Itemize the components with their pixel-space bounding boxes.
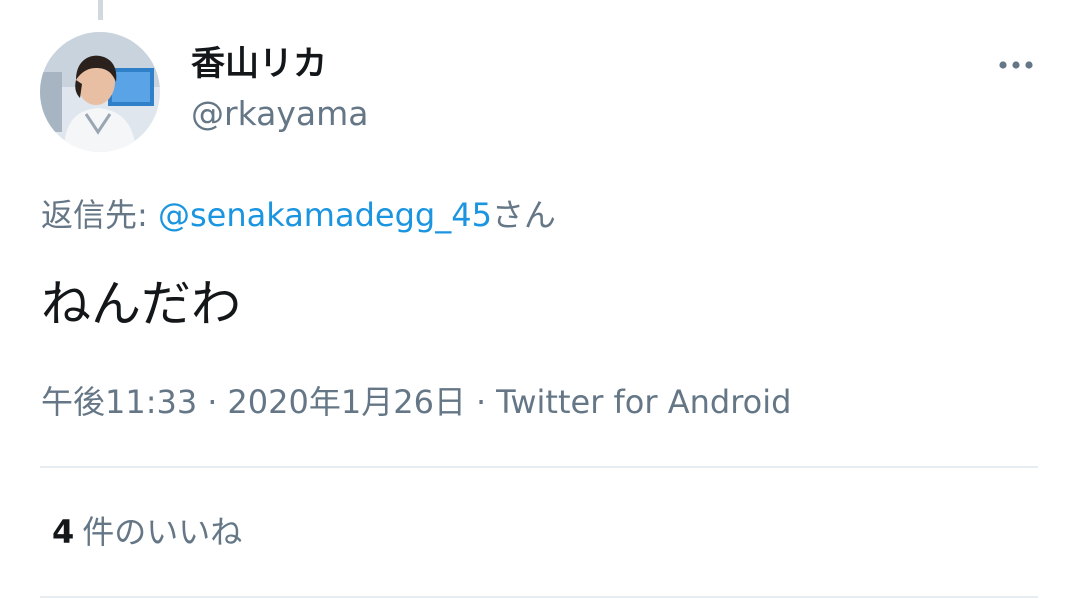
meta-separator: · xyxy=(207,383,218,421)
reply-to-prefix: 返信先: xyxy=(41,196,158,234)
thread-connector-line xyxy=(98,0,103,20)
divider xyxy=(40,596,1038,598)
likes-count-button[interactable]: 4 件のいいね xyxy=(52,510,242,554)
author-display-name[interactable]: 香山リカ xyxy=(191,42,327,86)
tweet-source[interactable]: Twitter for Android xyxy=(496,383,791,421)
author-handle[interactable]: @rkayama xyxy=(191,92,368,136)
more-options-button[interactable] xyxy=(994,50,1038,80)
reply-to-suffix: さん xyxy=(491,196,556,234)
reply-to-line: 返信先: @senakamadegg_45さん xyxy=(41,193,556,237)
reply-mention-link[interactable]: @senakamadegg_45 xyxy=(158,196,492,234)
tweet-meta: 午後11:33 · 2020年1月26日 · Twitter for Android xyxy=(41,380,791,424)
tweet-text: ねんだわ xyxy=(41,275,241,333)
tweet-date[interactable]: 2020年1月26日 xyxy=(227,383,466,421)
meta-separator: · xyxy=(475,383,487,421)
more-horizontal-icon xyxy=(999,61,1033,69)
avatar[interactable] xyxy=(40,32,160,152)
avatar-photo xyxy=(40,32,160,152)
divider xyxy=(40,466,1038,468)
likes-count: 4 xyxy=(52,513,75,551)
tweet-time[interactable]: 午後11:33 xyxy=(41,383,197,421)
likes-label: 件のいいね xyxy=(82,513,243,551)
